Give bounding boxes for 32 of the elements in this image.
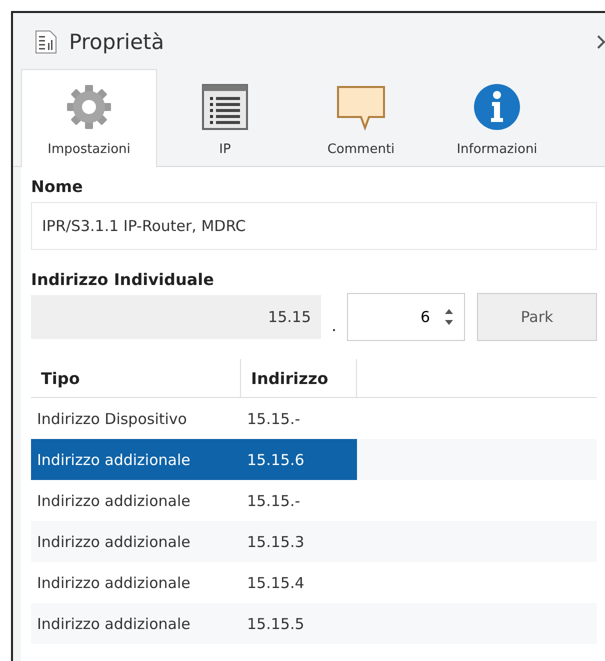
table-cell[interactable]: Indirizzo addizionale bbox=[31, 562, 241, 603]
info-icon bbox=[472, 82, 522, 132]
field-label: Indirizzo Individuale bbox=[31, 269, 216, 291]
column-header[interactable]: Tipo bbox=[31, 359, 241, 397]
tab[interactable]: Commenti bbox=[293, 69, 429, 167]
name-field[interactable]: IPR/S3.1.1 IP-Router, MDRC bbox=[31, 202, 597, 250]
properties-icon bbox=[35, 30, 57, 54]
table-cell[interactable]: Indirizzo addizionale bbox=[31, 439, 241, 480]
tab[interactable]: Informazioni bbox=[429, 69, 565, 167]
separator: . bbox=[330, 317, 338, 337]
table-cell[interactable]: 15.15.- bbox=[241, 398, 357, 439]
tab[interactable]: Impostazioni bbox=[21, 69, 157, 167]
table-cell[interactable]: Indirizzo addizionale bbox=[31, 480, 241, 521]
gear-icon bbox=[64, 82, 114, 132]
table-cell[interactable]: 15.15.3 bbox=[241, 521, 357, 562]
table-cell[interactable]: 15.15.- bbox=[241, 480, 357, 521]
park-button[interactable]: Park bbox=[477, 293, 597, 341]
device-number-spinner[interactable]: 6 bbox=[347, 293, 465, 341]
table-cell[interactable]: 15.15.5 bbox=[241, 603, 357, 644]
table-cell[interactable]: Indirizzo addizionale bbox=[31, 521, 241, 562]
table-cell[interactable]: Indirizzo Dispositivo bbox=[31, 398, 241, 439]
table-cell[interactable]: 15.15.6 bbox=[241, 439, 357, 480]
column-header[interactable]: Indirizzo bbox=[241, 359, 357, 397]
table-cell[interactable]: Indirizzo addizionale bbox=[31, 603, 241, 644]
list-window-icon bbox=[200, 82, 250, 132]
panel-title: Proprietà bbox=[69, 30, 166, 54]
spin-arrows-icon[interactable] bbox=[444, 307, 454, 327]
address-prefix-field: 15.15 bbox=[31, 295, 321, 339]
table-cell[interactable]: 15.15.4 bbox=[241, 562, 357, 603]
field-label: Nome bbox=[31, 176, 84, 198]
tab[interactable]: IP bbox=[157, 69, 293, 167]
chevron-icon[interactable] bbox=[597, 35, 605, 49]
